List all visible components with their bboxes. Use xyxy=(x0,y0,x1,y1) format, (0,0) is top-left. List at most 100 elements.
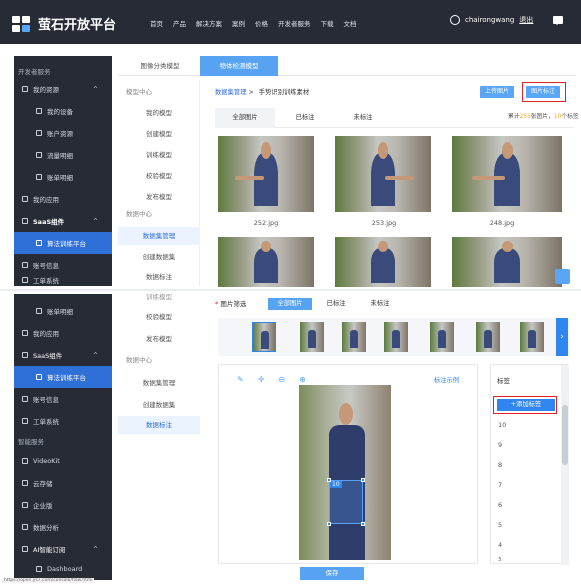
nav-download[interactable]: 下载 xyxy=(321,18,334,28)
sidebar-item-label: 账单明细 xyxy=(47,174,73,182)
strip-thumb[interactable] xyxy=(342,322,366,352)
nav-cases[interactable]: 案例 xyxy=(232,18,245,28)
sidebar-item-ai[interactable]: AI智能订阅 ^ xyxy=(14,538,112,560)
label-item[interactable]: 8 xyxy=(498,461,502,469)
strip-thumb[interactable] xyxy=(300,322,324,352)
image-thumbnail[interactable] xyxy=(335,237,431,287)
labels-title: 标签 xyxy=(497,377,510,385)
annotation-example-link[interactable]: 标注示例 xyxy=(434,375,459,384)
sidebar-item-ticket[interactable]: 工单系统 xyxy=(14,410,112,432)
sidebar-item-saas[interactable]: SaaS组件 ^ xyxy=(14,344,112,366)
tab-object-detection[interactable]: 物体检测模型 xyxy=(200,56,278,76)
sidebar-item-analytics[interactable]: 数据分析 xyxy=(14,516,112,538)
menu-validate-model[interactable]: 校验模型 xyxy=(118,167,200,185)
nav-docs[interactable]: 文档 xyxy=(344,18,357,28)
label-item[interactable]: 6 xyxy=(498,501,502,509)
nav-dev-services[interactable]: 开发者服务 xyxy=(278,18,311,28)
label-item[interactable]: 9 xyxy=(498,441,502,449)
sidebar-item-algorithm[interactable]: 算法训练平台 xyxy=(14,366,112,388)
image-filename: 248.jpg xyxy=(489,219,515,227)
sidebar-item-apps[interactable]: 我的应用 xyxy=(14,188,112,210)
tab-all-images[interactable]: 全部图片 xyxy=(215,108,275,128)
sidebar-item-bill[interactable]: 账单明细 xyxy=(14,300,112,322)
sidebar-item-saas[interactable]: SaaS组件 ^ xyxy=(14,210,112,232)
resize-handle[interactable] xyxy=(327,522,331,526)
sidebar-item-apps[interactable]: 我的应用 xyxy=(14,322,112,344)
resize-handle[interactable] xyxy=(361,522,365,526)
algorithm-icon xyxy=(36,240,42,246)
edit-icon[interactable]: ✎ xyxy=(237,375,244,384)
annotation-canvas[interactable]: 10 xyxy=(299,385,391,560)
saas-icon xyxy=(22,352,28,358)
nav-home[interactable]: 首页 xyxy=(150,18,163,28)
sidebar-item-account-res[interactable]: 账户资源 xyxy=(14,122,112,144)
strip-thumb[interactable] xyxy=(476,322,500,352)
main-nav: 首页 产品 解决方案 案例 价格 开发者服务 下载 文档 xyxy=(150,18,357,28)
logout-link[interactable]: 退出 xyxy=(519,15,533,25)
sidebar-item-flow[interactable]: 流量明细 xyxy=(14,144,112,166)
sidebar-item-resources[interactable]: 我的资源 ^ xyxy=(14,78,112,100)
menu-dataset-manage[interactable]: 数据集管理 xyxy=(118,227,200,245)
sidebar-item-devices[interactable]: 我的设备 xyxy=(14,100,112,122)
image-thumbnail[interactable] xyxy=(452,237,562,287)
tab-unannotated[interactable]: 未标注 xyxy=(343,108,383,128)
strip-next-icon[interactable]: › xyxy=(556,318,568,356)
label-item[interactable]: 10 xyxy=(498,421,506,429)
sidebar-item-dashboard[interactable]: Dashboard xyxy=(14,560,112,578)
sidebar-item-bill[interactable]: 账单明细 xyxy=(14,166,112,188)
sidebar-item-videokit[interactable]: VideoKit xyxy=(14,450,112,472)
filter-tab-unannotated[interactable]: 未标注 xyxy=(360,298,400,310)
image-thumbnail[interactable] xyxy=(452,136,562,212)
move-icon[interactable]: ✛ xyxy=(258,375,265,384)
upload-image-button[interactable]: 上传图片 xyxy=(480,86,514,98)
menu-create-dataset[interactable]: 创建数据集 xyxy=(118,248,200,266)
zoom-in-icon[interactable]: ⊕ xyxy=(299,375,306,384)
sidebar-item-enterprise[interactable]: 企业版 xyxy=(14,494,112,516)
menu-dataset-manage[interactable]: 数据集管理 xyxy=(118,374,200,392)
username[interactable]: chairongwang xyxy=(465,16,514,24)
breadcrumb-link-dataset[interactable]: 数据集管理 xyxy=(215,89,246,96)
menu-train-model[interactable]: 训练模型 xyxy=(118,288,200,306)
save-button[interactable]: 保存 xyxy=(300,567,364,580)
strip-thumb[interactable] xyxy=(520,322,544,352)
brand-logo[interactable]: 萤石开放平台 xyxy=(12,14,116,33)
strip-thumb-selected[interactable] xyxy=(252,322,276,352)
sidebar-item-cloud[interactable]: 云存储 xyxy=(14,472,112,494)
float-help-icon[interactable] xyxy=(555,269,570,284)
nav-products[interactable]: 产品 xyxy=(173,18,186,28)
menu-data-annotation[interactable]: 数据标注 xyxy=(118,268,200,286)
menu-train-model[interactable]: 训练模型 xyxy=(118,146,200,164)
sidebar-item-algorithm[interactable]: 算法训练平台 xyxy=(14,232,112,254)
message-icon[interactable] xyxy=(553,16,563,25)
tab-image-classification[interactable]: 图像分类模型 xyxy=(120,56,200,76)
nav-pricing[interactable]: 价格 xyxy=(255,18,268,28)
strip-thumb[interactable] xyxy=(384,322,408,352)
menu-data-annotation[interactable]: 数据标注 xyxy=(118,416,200,434)
strip-thumb[interactable] xyxy=(430,322,454,352)
image-thumbnail[interactable] xyxy=(335,136,431,212)
user-avatar-icon[interactable] xyxy=(450,15,460,25)
image-thumbnail[interactable] xyxy=(218,237,314,287)
tab-annotated[interactable]: 已标注 xyxy=(285,108,325,128)
nav-solutions[interactable]: 解决方案 xyxy=(196,18,222,28)
image-thumbnail[interactable] xyxy=(218,136,314,212)
label-item[interactable]: 4 xyxy=(498,541,502,549)
sidebar-item-account[interactable]: 账号信息 xyxy=(14,254,112,276)
sidebar-item-account[interactable]: 账号信息 xyxy=(14,388,112,410)
menu-create-dataset[interactable]: 创建数据集 xyxy=(118,396,200,414)
menu-publish-model[interactable]: 发布模型 xyxy=(118,188,200,206)
label-item[interactable]: 7 xyxy=(498,481,502,489)
filter-tab-all[interactable]: 全部图片 xyxy=(268,298,312,310)
resize-handle[interactable] xyxy=(361,478,365,482)
menu-publish-model[interactable]: 发布模型 xyxy=(118,330,200,348)
filter-tab-annotated[interactable]: 已标注 xyxy=(316,298,356,310)
menu-my-models[interactable]: 我的模型 xyxy=(118,104,200,122)
menu-validate-model[interactable]: 校验模型 xyxy=(118,308,200,326)
label-item[interactable]: 3 xyxy=(498,557,501,563)
label-item[interactable]: 5 xyxy=(498,521,502,529)
labels-scrollbar[interactable] xyxy=(561,365,569,565)
resize-handle[interactable] xyxy=(327,478,331,482)
sidebar-item-ticket[interactable]: 工单系统 xyxy=(14,274,112,286)
menu-create-model[interactable]: 创建模型 xyxy=(118,125,200,143)
zoom-out-icon[interactable]: ⊖ xyxy=(278,375,285,384)
